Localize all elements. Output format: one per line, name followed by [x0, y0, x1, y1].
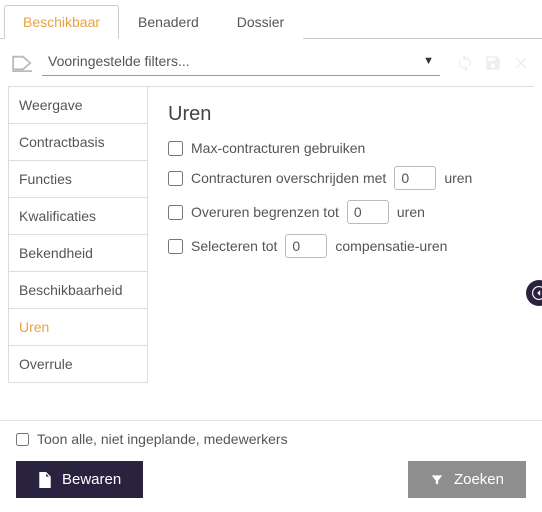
- search-button[interactable]: Zoeken: [408, 461, 526, 498]
- top-tabs: Beschikbaar Benaderd Dossier: [0, 0, 542, 39]
- filter-actions: [448, 54, 530, 72]
- opt-max-contract: Max-contracturen gebruiken: [168, 140, 524, 156]
- preset-filter-select[interactable]: Vooringestelde filters... ▼: [42, 49, 440, 76]
- filter-icon: [430, 473, 444, 487]
- opt-overtime: Overuren begrenzen tot uren: [168, 200, 524, 224]
- refresh-icon[interactable]: [456, 54, 474, 72]
- sidenav-contractbasis[interactable]: Contractbasis: [8, 123, 148, 160]
- sidenav-uren[interactable]: Uren: [8, 308, 148, 345]
- checkbox-show-all[interactable]: [16, 433, 29, 446]
- checkbox-overtime[interactable]: [168, 205, 183, 220]
- show-all-row: Toon alle, niet ingeplande, medewerkers: [16, 431, 526, 447]
- close-icon[interactable]: [512, 54, 530, 72]
- tab-benaderd[interactable]: Benaderd: [119, 5, 218, 39]
- save-button[interactable]: Bewaren: [16, 461, 143, 498]
- sidenav-functies[interactable]: Functies: [8, 160, 148, 197]
- sidenav-bekendheid[interactable]: Bekendheid: [8, 234, 148, 271]
- checkbox-exceed[interactable]: [168, 171, 183, 186]
- label-show-all: Toon alle, niet ingeplande, medewerkers: [37, 431, 288, 447]
- tab-beschikbaar[interactable]: Beschikbaar: [4, 5, 119, 39]
- label-max-contract: Max-contracturen gebruiken: [191, 140, 365, 156]
- save-button-label: Bewaren: [62, 471, 121, 488]
- label-exceed-prefix: Contracturen overschrijden met: [191, 170, 386, 186]
- content-heading: Uren: [168, 103, 524, 126]
- tag-icon: [12, 54, 34, 72]
- footer: Toon alle, niet ingeplande, medewerkers …: [0, 420, 542, 512]
- chevron-down-icon: ▼: [423, 55, 434, 67]
- content-panel: Uren Max-contracturen gebruiken Contract…: [147, 86, 534, 383]
- opt-exceed: Contracturen overschrijden met uren: [168, 166, 524, 190]
- opt-compensation: Selecteren tot compensatie-uren: [168, 234, 524, 258]
- side-nav: Weergave Contractbasis Functies Kwalific…: [8, 86, 148, 383]
- document-icon: [38, 472, 52, 488]
- label-compensation-prefix: Selecteren tot: [191, 238, 277, 254]
- label-overtime-prefix: Overuren begrenzen tot: [191, 204, 339, 220]
- save-icon[interactable]: [484, 54, 502, 72]
- preset-filter-label: Vooringestelde filters...: [48, 53, 190, 69]
- sidenav-overrule[interactable]: Overrule: [8, 345, 148, 383]
- label-compensation-suffix: compensatie-uren: [335, 238, 447, 254]
- arrow-left-icon: [532, 286, 542, 300]
- sidenav-kwalificaties[interactable]: Kwalificaties: [8, 197, 148, 234]
- input-compensation-hours[interactable]: [285, 234, 327, 258]
- input-exceed-hours[interactable]: [394, 166, 436, 190]
- tab-dossier[interactable]: Dossier: [218, 5, 303, 39]
- label-exceed-suffix: uren: [444, 170, 472, 186]
- sidenav-weergave[interactable]: Weergave: [8, 86, 148, 123]
- filter-bar: Vooringestelde filters... ▼: [0, 39, 542, 86]
- sidenav-beschikbaarheid[interactable]: Beschikbaarheid: [8, 271, 148, 308]
- checkbox-compensation[interactable]: [168, 239, 183, 254]
- search-button-label: Zoeken: [454, 471, 504, 488]
- checkbox-max-contract[interactable]: [168, 141, 183, 156]
- input-overtime-hours[interactable]: [347, 200, 389, 224]
- label-overtime-suffix: uren: [397, 204, 425, 220]
